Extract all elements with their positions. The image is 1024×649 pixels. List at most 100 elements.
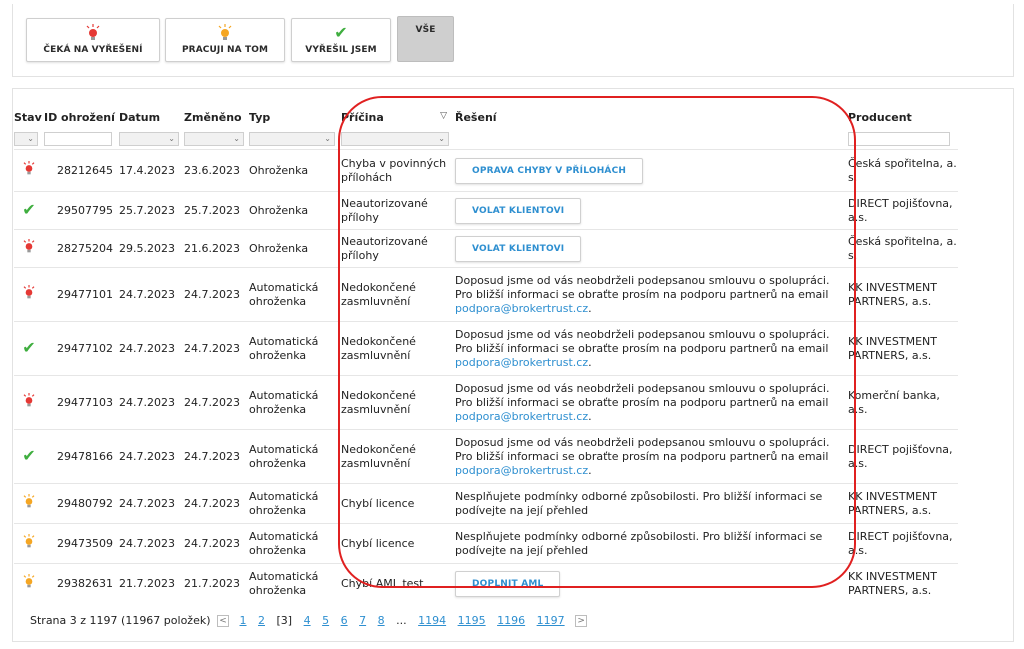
row-typ: Automatická ohroženka — [249, 563, 341, 604]
pagination: Strana 3 z 1197 (11967 položek) < 1 2 [3… — [30, 614, 590, 627]
call-client-button[interactable]: VOLAT KLIENTOVI — [455, 235, 582, 262]
table-row[interactable]: 29473509 24.7.2023 24.7.2023 Automatická… — [14, 523, 958, 564]
page-link[interactable]: 1 — [240, 614, 247, 627]
row-pricina: Nedokončené zasmluvnění — [341, 429, 455, 484]
page-link[interactable]: 7 — [359, 614, 366, 627]
row-datum: 17.4.2023 — [119, 149, 184, 192]
row-reseni: Nesplňujete podmínky odborné způsobilost… — [455, 523, 848, 564]
row-pricina: Chybí licence — [341, 483, 455, 524]
chevron-right-icon[interactable]: > — [575, 615, 588, 627]
typ-filter-select[interactable]: ⌄ — [249, 132, 335, 146]
page-link[interactable]: 1196 — [497, 614, 525, 627]
yellow-bulb-icon — [23, 534, 35, 552]
zmeneno-filter-select[interactable]: ⌄ — [184, 132, 244, 146]
table-row[interactable]: 28212645 17.4.2023 23.6.2023 Ohroženka C… — [14, 149, 958, 192]
row-zmeneno: 24.7.2023 — [184, 429, 249, 484]
id-filter-input[interactable] — [44, 132, 112, 146]
row-typ: Ohroženka — [249, 229, 341, 268]
row-reseni: Doposud jsme od vás neobdrželi podepsano… — [455, 267, 848, 322]
yellow-bulb-icon — [166, 24, 284, 42]
red-bulb-icon — [23, 239, 35, 257]
table-row[interactable]: 29480792 24.7.2023 24.7.2023 Automatická… — [14, 483, 958, 524]
fix-attachments-button[interactable]: OPRAVA CHYBY V PŘÍLOHÁCH — [455, 157, 644, 184]
page-link[interactable]: 1195 — [458, 614, 486, 627]
row-datum: 21.7.2023 — [119, 563, 184, 604]
support-email-link[interactable]: podpora@brokertrust.cz — [455, 302, 588, 315]
row-pricina: Nedokončené zasmluvnění — [341, 375, 455, 430]
col-header-datum[interactable]: Datum — [119, 105, 184, 129]
row-typ: Automatická ohroženka — [249, 375, 341, 430]
datum-filter-select[interactable]: ⌄ — [119, 132, 179, 146]
page-link[interactable]: 8 — [378, 614, 385, 627]
filter-label: ČEKÁ NA VYŘEŠENÍ — [43, 45, 143, 55]
support-email-link[interactable]: podpora@brokertrust.cz — [455, 410, 588, 423]
row-reseni: Doposud jsme od vás neobdrželi podepsano… — [455, 375, 848, 430]
row-id: 28212645 — [44, 149, 119, 192]
support-email-link[interactable]: podpora@brokertrust.cz — [455, 464, 588, 477]
yellow-bulb-icon — [23, 494, 35, 512]
page-link[interactable]: 6 — [341, 614, 348, 627]
table-row[interactable]: 28275204 29.5.2023 21.6.2023 Ohroženka N… — [14, 229, 958, 268]
chevron-left-icon[interactable]: < — [217, 615, 230, 627]
filter-waiting-button[interactable]: ČEKÁ NA VYŘEŠENÍ — [26, 18, 160, 62]
row-typ: Automatická ohroženka — [249, 483, 341, 524]
table-row[interactable]: 29382631 21.7.2023 21.7.2023 Automatická… — [14, 563, 958, 604]
call-client-button[interactable]: VOLAT KLIENTOVI — [455, 197, 582, 224]
resolution-text: Doposud jsme od vás neobdrželi podepsano… — [455, 273, 830, 301]
row-typ: Ohroženka — [249, 191, 341, 230]
producent-filter-input[interactable] — [848, 132, 950, 146]
complete-aml-button[interactable]: DOPLNIT AML — [455, 570, 561, 597]
row-zmeneno: 21.6.2023 — [184, 229, 249, 268]
col-header-zmeneno[interactable]: Změněno — [184, 105, 249, 129]
green-check-icon: ✔ — [22, 199, 36, 219]
row-datum: 24.7.2023 — [119, 267, 184, 322]
green-check-icon: ✔ — [334, 23, 348, 42]
pricina-filter-select[interactable]: ⌄ — [341, 132, 449, 146]
filter-label: VŠE — [415, 25, 436, 35]
row-zmeneno: 21.7.2023 — [184, 563, 249, 604]
row-producent: DIRECT pojišťovna, a.s. — [848, 191, 958, 230]
row-pricina: Chyba v povinných přílohách — [341, 149, 455, 192]
row-zmeneno: 24.7.2023 — [184, 483, 249, 524]
row-pricina: Chybí licence — [341, 523, 455, 564]
row-producent: KK INVESTMENT PARTNERS, a.s. — [848, 563, 958, 604]
row-id: 29382631 — [44, 563, 119, 604]
row-zmeneno: 23.6.2023 — [184, 149, 249, 192]
chevron-down-icon: ⌄ — [233, 134, 240, 143]
table-row[interactable]: ✔ 29477102 24.7.2023 24.7.2023 Automatic… — [14, 321, 958, 376]
table-row[interactable]: 29477103 24.7.2023 24.7.2023 Automatická… — [14, 375, 958, 430]
row-datum: 24.7.2023 — [119, 375, 184, 430]
row-pricina: Neautorizované přílohy — [341, 229, 455, 268]
col-header-typ[interactable]: Typ — [249, 105, 341, 129]
green-check-icon: ✔ — [22, 445, 36, 465]
filter-resolved-button[interactable]: ✔ VYŘEŠIL JSEM — [291, 18, 391, 62]
col-header-pricina[interactable]: Příčina ▽ — [341, 105, 455, 129]
row-typ: Automatická ohroženka — [249, 321, 341, 376]
row-typ: Automatická ohroženka — [249, 523, 341, 564]
col-header-reseni[interactable]: Řešení — [455, 105, 848, 129]
col-header-producent[interactable]: Producent — [848, 105, 958, 129]
filter-all-button[interactable]: VŠE — [397, 16, 454, 62]
red-bulb-icon — [23, 161, 35, 179]
page-link[interactable]: 2 — [258, 614, 265, 627]
table-row[interactable]: 29477101 24.7.2023 24.7.2023 Automatická… — [14, 267, 958, 322]
col-header-stav[interactable]: Stav — [14, 105, 44, 129]
row-typ: Automatická ohroženka — [249, 429, 341, 484]
row-id: 29478166 — [44, 429, 119, 484]
col-header-id[interactable]: ID ohrožení — [44, 105, 119, 129]
support-email-link[interactable]: podpora@brokertrust.cz — [455, 356, 588, 369]
table-row[interactable]: ✔ 29507795 25.7.2023 25.7.2023 Ohroženka… — [14, 191, 958, 230]
page-link[interactable]: 1197 — [537, 614, 565, 627]
row-datum: 24.7.2023 — [119, 523, 184, 564]
page-link[interactable]: 1194 — [418, 614, 446, 627]
page-link[interactable]: 4 — [304, 614, 311, 627]
red-bulb-icon — [23, 393, 35, 411]
filter-funnel-icon[interactable]: ▽ — [440, 111, 447, 121]
table-row[interactable]: ✔ 29478166 24.7.2023 24.7.2023 Automatic… — [14, 429, 958, 484]
row-id: 29477101 — [44, 267, 119, 322]
page-link[interactable]: 5 — [322, 614, 329, 627]
status-filter-bar: ČEKÁ NA VYŘEŠENÍ PRACUJI NA TOM ✔ VYŘEŠI… — [12, 4, 1014, 77]
col-header-label: Příčina — [341, 110, 384, 124]
stav-filter-select[interactable]: ⌄ — [14, 132, 38, 146]
filter-working-button[interactable]: PRACUJI NA TOM — [165, 18, 285, 62]
